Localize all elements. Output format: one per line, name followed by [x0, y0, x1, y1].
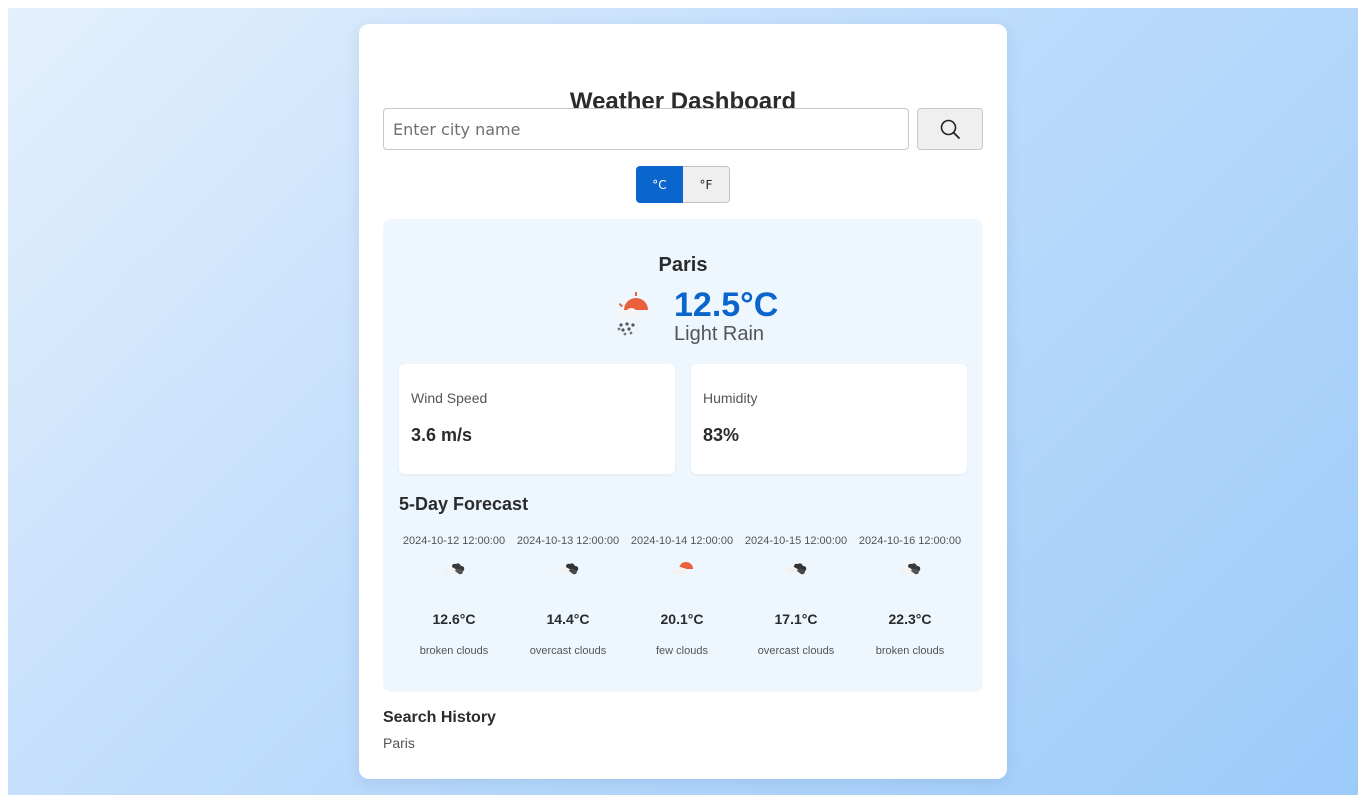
search-bar	[383, 108, 983, 150]
forecast-date: 2024-10-12 12:00:00	[402, 535, 506, 547]
overcast-clouds-icon	[785, 563, 807, 575]
humidity-value: 83%	[703, 425, 740, 445]
search-history-item[interactable]: Paris	[383, 735, 415, 751]
weather-panel: Paris 12.5°C Light Rain Wind Speed 3.6 m…	[383, 219, 983, 692]
fahrenheit-button[interactable]: °F	[683, 166, 730, 203]
overcast-clouds-icon	[557, 563, 579, 575]
forecast-title: 5-Day Forecast	[399, 494, 529, 514]
forecast-description: overcast clouds	[757, 645, 835, 657]
forecast-date: 2024-10-16 12:00:00	[858, 535, 962, 547]
current-temperature: 12.5°C	[674, 286, 779, 324]
broken-clouds-icon	[443, 563, 465, 575]
search-history-title: Search History	[383, 709, 496, 726]
broken-clouds-icon	[899, 563, 921, 575]
forecast-day: 2024-10-13 12:00:00 14.4°C overcast clou…	[511, 534, 625, 664]
forecast-date: 2024-10-15 12:00:00	[744, 535, 848, 547]
forecast-description: few clouds	[656, 645, 708, 657]
forecast-description: broken clouds	[419, 645, 489, 657]
forecast-day: 2024-10-16 12:00:00 22.3°C broken clouds	[853, 534, 967, 664]
forecast-temperature: 20.1°C	[660, 611, 704, 627]
current-description: Light Rain	[674, 323, 765, 345]
forecast-temperature: 17.1°C	[774, 611, 818, 627]
forecast-temperature: 12.6°C	[432, 611, 476, 627]
celsius-button[interactable]: °C	[636, 166, 683, 203]
few-clouds-icon	[671, 562, 693, 574]
wind-speed-value: 3.6 m/s	[411, 425, 473, 445]
forecast-day: 2024-10-15 12:00:00 17.1°C overcast clou…	[739, 534, 853, 664]
forecast-date: 2024-10-14 12:00:00	[630, 535, 734, 547]
forecast-description: broken clouds	[875, 645, 945, 657]
search-icon	[940, 119, 960, 139]
humidity-label: Humidity	[703, 390, 758, 406]
weather-card: Weather Dashboard °C °F Paris	[359, 24, 1007, 779]
city-search-input[interactable]	[383, 108, 909, 150]
forecast-day: 2024-10-14 12:00:00 20.1°C few clouds	[625, 534, 739, 664]
forecast-description: overcast clouds	[529, 645, 607, 657]
forecast-temperature: 22.3°C	[888, 611, 932, 627]
city-name: Paris	[658, 254, 708, 276]
humidity-card: Humidity 83%	[691, 364, 967, 474]
wind-speed-card: Wind Speed 3.6 m/s	[399, 364, 675, 474]
search-button[interactable]	[917, 108, 983, 150]
forecast-date: 2024-10-13 12:00:00	[516, 535, 620, 547]
forecast-temperature: 14.4°C	[546, 611, 590, 627]
unit-toggle: °C °F	[636, 166, 730, 203]
forecast-day: 2024-10-12 12:00:00 12.6°C broken clouds	[397, 534, 511, 664]
wind-speed-label: Wind Speed	[411, 390, 488, 406]
light-rain-icon	[617, 292, 648, 336]
